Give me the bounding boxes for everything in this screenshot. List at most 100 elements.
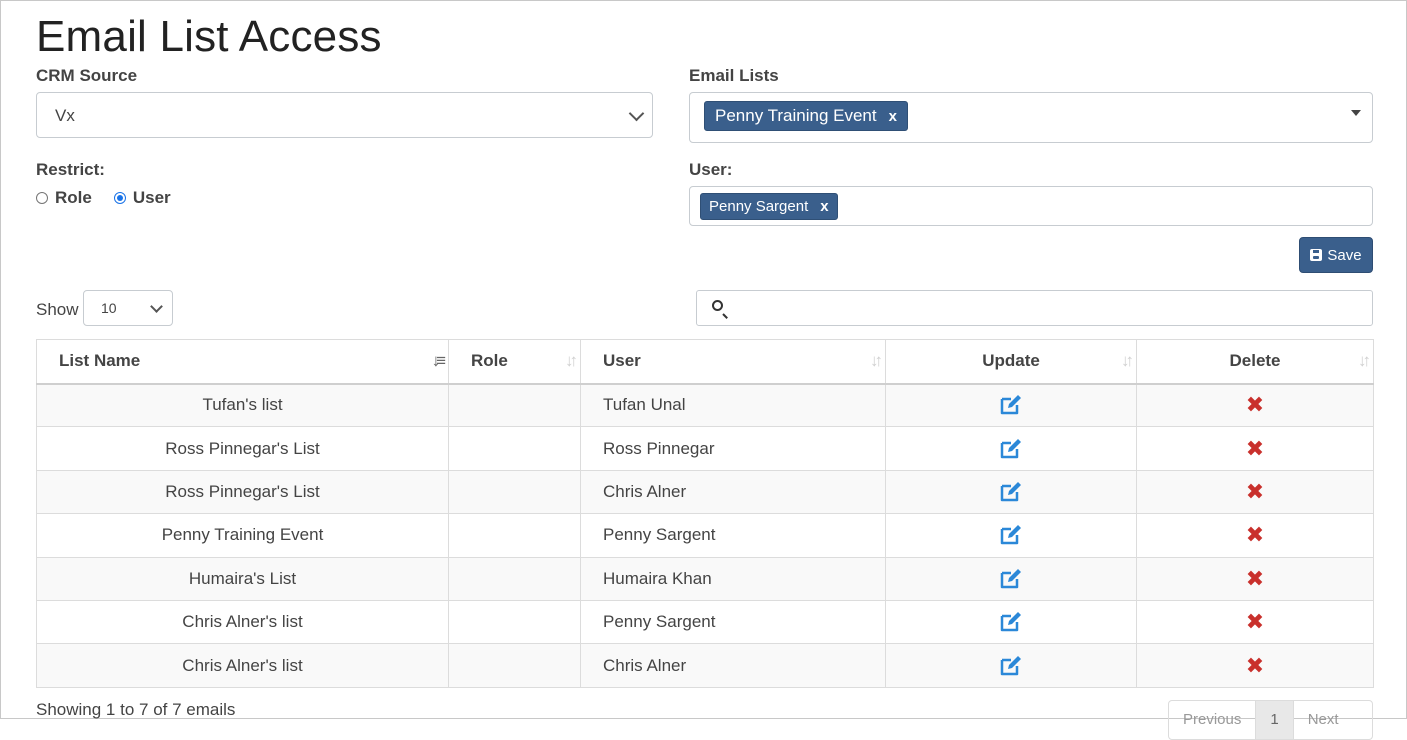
delete-x-icon[interactable]: ✖ — [1246, 611, 1264, 633]
show-label: Show — [36, 300, 79, 319]
edit-icon[interactable] — [999, 655, 1023, 677]
pagination: Previous 1 Next — [1168, 700, 1373, 740]
cell-role — [448, 556, 581, 601]
cell-role — [448, 426, 581, 471]
cell-user: Chris Alner — [580, 643, 886, 688]
cell-user: Humaira Khan — [580, 556, 886, 601]
table-row: Ross Pinnegar's List Ross Pinnegar ✖ — [36, 426, 1374, 471]
cell-list-name: Penny Training Event — [36, 513, 449, 558]
cell-delete: ✖ — [1136, 382, 1374, 428]
cell-update — [885, 513, 1137, 558]
cell-role — [448, 469, 581, 515]
page-title: Email List Access — [36, 12, 382, 61]
cell-list-name: Chris Alner's list — [36, 599, 449, 645]
table-row: Humaira's List Humaira Khan ✖ — [36, 556, 1374, 601]
cell-role — [448, 643, 581, 688]
cell-update — [885, 382, 1137, 428]
cell-update — [885, 643, 1137, 688]
cell-role — [448, 513, 581, 558]
edit-icon[interactable] — [999, 524, 1023, 546]
email-list-tag-label: Penny Training Event — [715, 106, 877, 125]
remove-tag-icon[interactable]: x — [820, 198, 828, 215]
cell-update — [885, 556, 1137, 601]
cell-role — [448, 382, 581, 428]
delete-x-icon[interactable]: ✖ — [1246, 654, 1264, 677]
restrict-label: Restrict: — [36, 160, 105, 179]
save-button-label: Save — [1327, 246, 1362, 264]
cell-delete: ✖ — [1136, 469, 1374, 515]
edit-icon[interactable] — [999, 438, 1023, 460]
pagination-previous[interactable]: Previous — [1169, 701, 1257, 739]
cell-delete: ✖ — [1136, 513, 1374, 558]
user-radio[interactable] — [113, 192, 126, 204]
remove-tag-icon[interactable]: x — [889, 108, 897, 125]
delete-x-icon[interactable]: ✖ — [1246, 524, 1264, 546]
pagination-page-1[interactable]: 1 — [1256, 701, 1294, 739]
delete-x-icon[interactable]: ✖ — [1246, 394, 1264, 416]
cell-user: Chris Alner — [580, 469, 886, 515]
cell-update — [885, 469, 1137, 515]
cell-delete: ✖ — [1136, 556, 1374, 601]
edit-icon[interactable] — [999, 611, 1023, 633]
user-radio-label[interactable]: User — [133, 188, 171, 208]
crm-source-value: Vx — [55, 106, 75, 125]
delete-x-icon[interactable]: ✖ — [1246, 567, 1264, 590]
cell-user: Tufan Unal — [580, 382, 886, 428]
crm-source-select[interactable]: Vx — [36, 92, 653, 138]
role-radio[interactable] — [36, 192, 48, 204]
sort-desc-icon: ↓≡ — [431, 351, 447, 370]
save-button[interactable]: Save — [1299, 237, 1373, 273]
restrict-radio-group: Role User — [36, 188, 171, 208]
column-header-list-name[interactable]: List Name ↓≡ — [36, 339, 449, 385]
cell-role — [448, 599, 581, 645]
edit-icon[interactable] — [999, 481, 1023, 503]
cell-user: Penny Sargent — [580, 599, 886, 645]
chevron-down-icon — [150, 300, 163, 313]
table-info: Showing 1 to 7 of 7 emails — [36, 700, 236, 719]
cell-delete: ✖ — [1136, 643, 1374, 688]
search-field[interactable] — [737, 297, 1361, 321]
search-input[interactable] — [696, 290, 1373, 326]
chevron-down-icon — [628, 105, 645, 122]
delete-x-icon[interactable]: ✖ — [1246, 437, 1264, 460]
email-lists-label: Email Lists — [689, 66, 779, 85]
user-select[interactable]: Penny Sargent x — [689, 186, 1373, 226]
table-body: Tufan's list Tufan Unal ✖ Ross Pinnegar's L… — [36, 382, 1374, 688]
cell-list-name: Tufan's list — [36, 382, 449, 428]
column-header-role[interactable]: Role ↓↑ — [448, 339, 581, 385]
cell-list-name: Humaira's List — [36, 556, 449, 601]
sort-icon: ↓↑ — [870, 351, 883, 370]
table-row: Penny Training Event Penny Sargent ✖ — [36, 513, 1374, 558]
cell-user: Ross Pinnegar — [580, 426, 886, 471]
table-row: Chris Alner's list Chris Alner ✖ — [36, 643, 1374, 688]
pagination-next[interactable]: Next — [1294, 701, 1353, 739]
search-icon — [712, 300, 723, 311]
delete-x-icon[interactable]: ✖ — [1246, 480, 1264, 503]
column-header-update[interactable]: Update ↓↑ — [885, 339, 1137, 385]
cell-delete: ✖ — [1136, 426, 1374, 471]
edit-icon[interactable] — [999, 394, 1023, 416]
table-row: Ross Pinnegar's List Chris Alner ✖ — [36, 469, 1374, 515]
cell-list-name: Ross Pinnegar's List — [36, 426, 449, 471]
cell-list-name: Chris Alner's list — [36, 643, 449, 688]
page-length-select[interactable]: 10 — [83, 290, 173, 326]
user-tag-label: Penny Sargent — [709, 198, 809, 215]
floppy-disk-icon — [1310, 249, 1323, 261]
cell-update — [885, 426, 1137, 471]
user-label: User: — [689, 160, 733, 179]
cell-update — [885, 599, 1137, 645]
table-header-row: List Name ↓≡ Role ↓↑ User ↓↑ Update ↓↑ D… — [36, 339, 1374, 385]
page-length-value: 10 — [101, 300, 117, 316]
cell-user: Penny Sargent — [580, 513, 886, 558]
role-radio-label[interactable]: Role — [55, 188, 92, 208]
column-header-user[interactable]: User ↓↑ — [580, 339, 886, 385]
email-list-tag: Penny Training Event x — [704, 101, 908, 131]
crm-source-label: CRM Source — [36, 66, 138, 85]
table-row: Tufan's list Tufan Unal ✖ — [36, 382, 1374, 428]
sort-icon: ↓↑ — [565, 351, 578, 370]
cell-delete: ✖ — [1136, 599, 1374, 645]
email-lists-select[interactable]: Penny Training Event x — [689, 92, 1373, 143]
edit-icon[interactable] — [999, 568, 1023, 590]
column-header-delete[interactable]: Delete ↓↑ — [1136, 339, 1374, 385]
table-row: Chris Alner's list Penny Sargent ✖ — [36, 599, 1374, 645]
